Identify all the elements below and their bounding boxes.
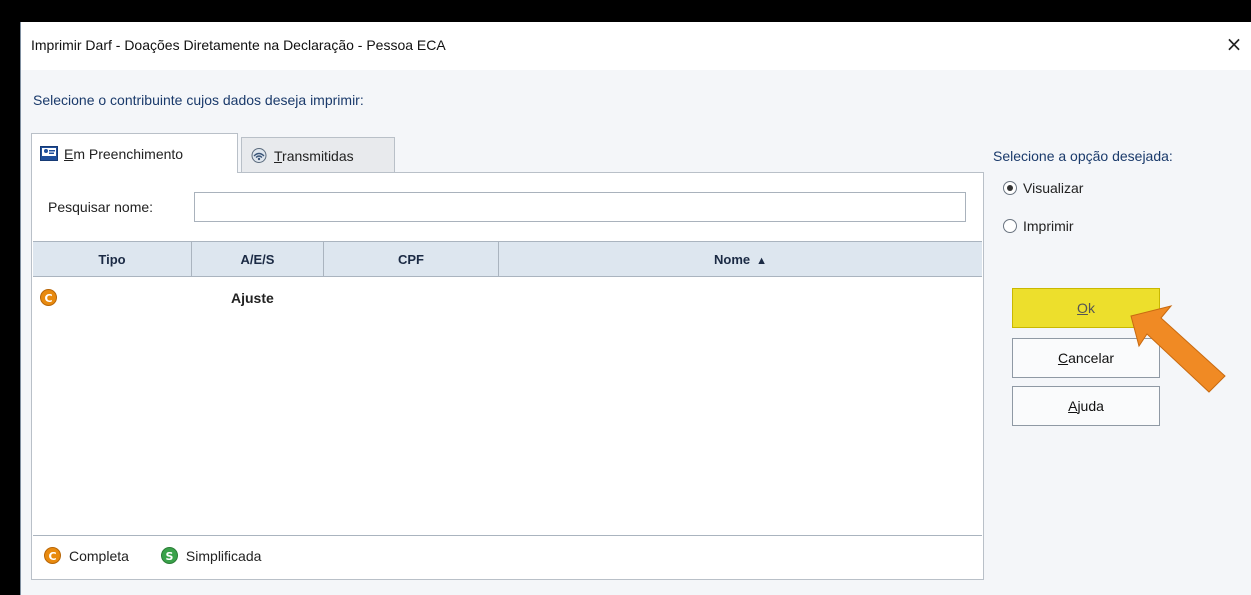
taxpayer-table[interactable]: Tipo A/E/S CPF Nome ▲ C Ajuste	[33, 241, 982, 536]
radio-imprimir[interactable]: Imprimir	[1003, 218, 1074, 234]
column-header-tipo[interactable]: Tipo	[33, 242, 192, 277]
option-prompt: Selecione a opção desejada:	[993, 148, 1173, 164]
radio-visualizar-indicator[interactable]	[1003, 181, 1017, 195]
taxpayer-panel: Pesquisar nome: Tipo A/E/S CPF Nome ▲ C A…	[31, 172, 984, 580]
tab-transmitidas[interactable]: Transmitidas	[241, 137, 395, 173]
column-header-aes[interactable]: A/E/S	[192, 242, 324, 277]
radio-visualizar-label: Visualizar	[1023, 180, 1084, 196]
legend-simplificada: S Simplificada	[160, 547, 262, 564]
column-header-nome[interactable]: Nome ▲	[499, 242, 982, 277]
completa-type-icon: C	[40, 289, 57, 306]
select-taxpayer-prompt: Selecione o contribuinte cujos dados des…	[33, 92, 364, 108]
sort-ascending-icon: ▲	[756, 255, 767, 267]
type-legend: C Completa S Simplificada	[44, 547, 293, 564]
search-name-label: Pesquisar nome:	[48, 199, 154, 215]
legend-completa: C Completa	[44, 547, 129, 564]
tab-em-preenchimento[interactable]: Em Preenchimento	[31, 133, 238, 173]
radio-imprimir-label: Imprimir	[1023, 218, 1074, 234]
table-header: Tipo A/E/S CPF Nome ▲	[33, 242, 982, 277]
completa-icon: C	[44, 547, 61, 564]
legend-simplificada-label: Simplificada	[185, 547, 262, 564]
transmission-icon	[251, 148, 267, 163]
column-header-cpf[interactable]: CPF	[324, 242, 499, 277]
person-card-icon	[40, 146, 58, 161]
radio-imprimir-indicator[interactable]	[1003, 219, 1017, 233]
search-name-input[interactable]	[194, 192, 966, 222]
radio-visualizar[interactable]: Visualizar	[1003, 180, 1083, 196]
column-header-nome-label: Nome	[713, 252, 751, 267]
pointer-arrow-icon	[1130, 305, 1226, 393]
legend-completa-label: Completa	[69, 547, 129, 564]
simplificada-icon: S	[160, 547, 178, 564]
dialog-title: Imprimir Darf - Doações Diretamente na D…	[31, 37, 446, 53]
dialog-titlebar: Imprimir Darf - Doações Diretamente na D…	[21, 22, 1251, 70]
table-row[interactable]: C Ajuste	[33, 278, 982, 306]
print-darf-dialog: Imprimir Darf - Doações Diretamente na D…	[20, 22, 1251, 595]
tab-em-preenchimento-label: Em Preenchimento	[64, 145, 184, 162]
close-icon[interactable]: ×	[1223, 33, 1245, 55]
row-aes-value: Ajuste	[231, 290, 274, 306]
tab-transmitidas-label: Transmitidas	[274, 147, 354, 164]
